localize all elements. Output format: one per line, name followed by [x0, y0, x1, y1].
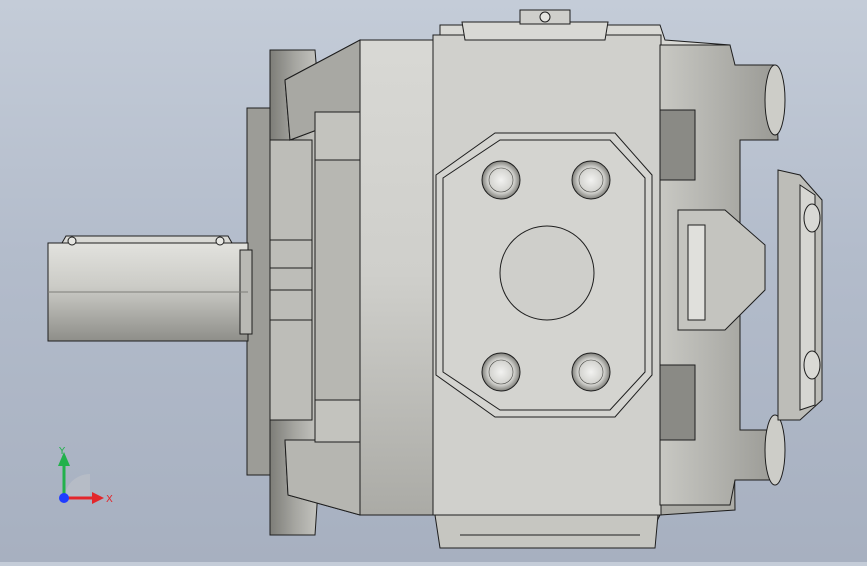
- y-axis-label: Y: [58, 446, 66, 457]
- port-circle: [499, 225, 595, 321]
- z-axis-dot: [59, 493, 69, 503]
- axis-triad[interactable]: Y X: [44, 440, 124, 510]
- pump-model[interactable]: [0, 0, 867, 562]
- x-axis-label: X: [106, 494, 113, 505]
- pump-geometry: [47, 9, 823, 549]
- x-axis-arrowhead: [92, 492, 104, 504]
- cad-viewport[interactable]: Y X: [0, 0, 867, 562]
